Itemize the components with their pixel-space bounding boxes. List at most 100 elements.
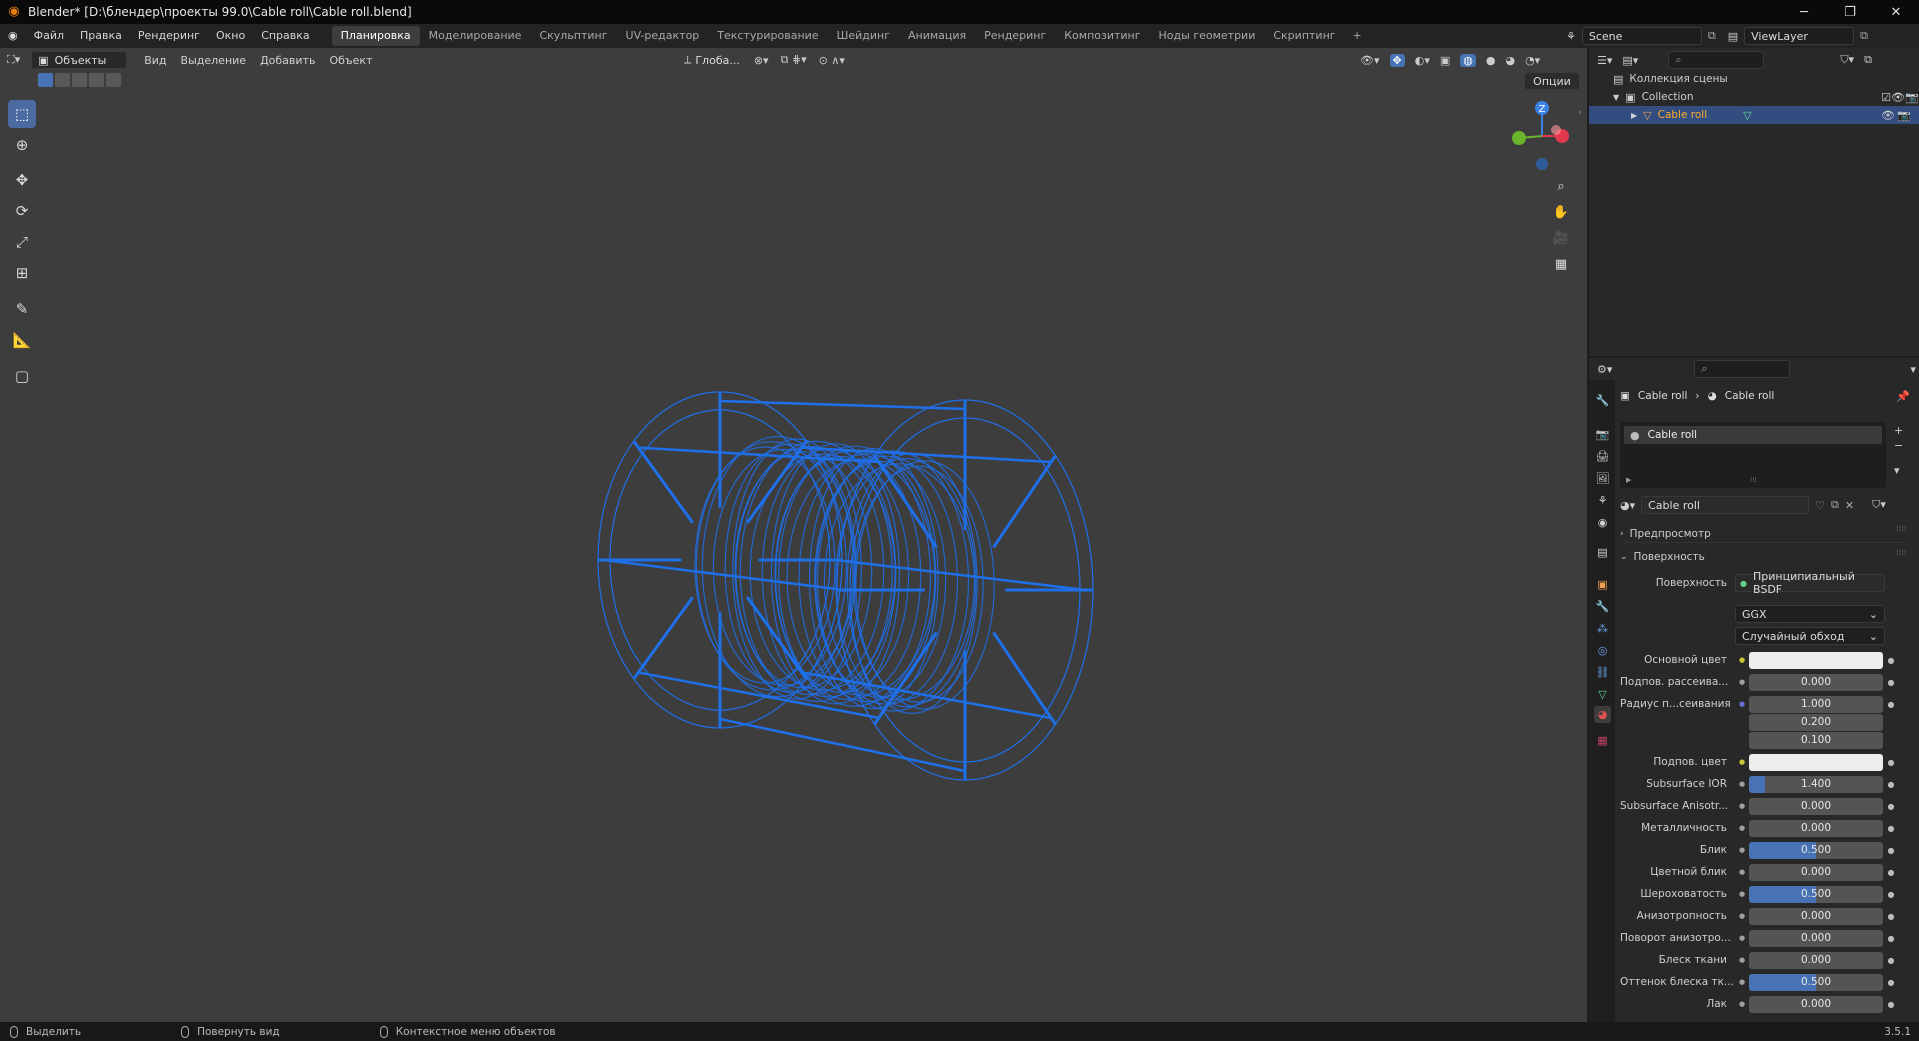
xray-icon[interactable]: ▣	[1440, 54, 1450, 67]
outliner-row-collection[interactable]: ▼ ▣ Collection ☑ 👁 📷	[1613, 88, 1919, 106]
expand-arrow-icon[interactable]: ▶	[1631, 111, 1637, 120]
shading-rendered-icon[interactable]: ◔▾	[1525, 54, 1540, 67]
value-slider[interactable]: 0.200	[1749, 713, 1883, 731]
view-menu[interactable]: Вид	[137, 54, 173, 67]
render-camera-icon[interactable]: 📷	[1905, 91, 1919, 104]
socket-dot-icon[interactable]: ●	[1735, 931, 1749, 945]
value-slider[interactable]: 0.500	[1749, 885, 1883, 903]
value-slider[interactable]: 0.000	[1749, 995, 1883, 1013]
object-tab-icon[interactable]: ▣	[1594, 576, 1611, 593]
proportional-edit-icon[interactable]: ⊙ ∧▾	[819, 54, 845, 67]
close-button[interactable]: ✕	[1873, 0, 1919, 24]
select-box-tool-icon[interactable]: ⬚	[8, 100, 36, 128]
keyframe-dot-icon[interactable]: ●	[1883, 758, 1899, 767]
add-workspace-button[interactable]: +	[1345, 24, 1370, 48]
add-cube-tool-icon[interactable]: ▢	[8, 362, 36, 390]
menu-file[interactable]: Файл	[26, 24, 72, 48]
outliner-row-scene-collection[interactable]: ▤ Коллекция сцены	[1613, 70, 1728, 88]
keyframe-dot-icon[interactable]: ●	[1883, 890, 1899, 899]
outliner-row-cable-roll[interactable]: ▶ ▽ Cable roll ▽ 👁 📷	[1589, 106, 1919, 124]
color-swatch[interactable]	[1749, 753, 1883, 771]
socket-dot-icon[interactable]: ●	[1735, 821, 1749, 835]
viewlayer-selector[interactable]: ViewLayer	[1744, 27, 1855, 45]
render-camera-icon[interactable]: 📷	[1897, 109, 1911, 122]
subsurface-method-dropdown[interactable]: Случайный обход ⌄	[1735, 627, 1885, 645]
keyframe-dot-icon[interactable]: ●	[1883, 934, 1899, 943]
gizmo-y-axis[interactable]	[1512, 131, 1526, 145]
menu-help[interactable]: Справка	[253, 24, 317, 48]
outliner-editor-icon[interactable]: ☰▾	[1597, 54, 1612, 67]
shading-solid-icon[interactable]: ●	[1486, 54, 1496, 67]
workspace-tab[interactable]: Рендеринг	[975, 26, 1055, 46]
blender-menu-icon[interactable]: ◉	[0, 24, 26, 48]
display-mode-icon[interactable]: ▤▾	[1622, 54, 1638, 67]
socket-dot-icon[interactable]: ●	[1735, 799, 1749, 813]
scale-tool-icon[interactable]: ⤢	[8, 228, 36, 256]
visibility-eye-icon[interactable]: 👁	[1891, 91, 1905, 104]
new-scene-icon[interactable]: ⧉	[1708, 29, 1716, 43]
mode-selector[interactable]: ▣ Объекты	[31, 51, 128, 69]
expand-arrow-icon[interactable]: ▼	[1613, 93, 1619, 102]
socket-dot-icon[interactable]: ●	[1735, 843, 1749, 857]
gizmo-neg-x-axis[interactable]	[1551, 125, 1561, 135]
keyframe-dot-icon[interactable]: ●	[1883, 978, 1899, 987]
material-slots-list[interactable]: ● Cable roll ▶ ⁞⁞⁞	[1620, 422, 1886, 488]
pivot-icon[interactable]: ⊗▾	[754, 54, 769, 67]
outliner-search-input[interactable]: ⌕	[1668, 51, 1765, 69]
workspace-tab[interactable]: Анимация	[899, 26, 975, 46]
socket-dot-icon[interactable]: ●	[1735, 975, 1749, 989]
value-slider[interactable]: 0.000	[1749, 797, 1883, 815]
value-slider[interactable]: 0.000	[1749, 863, 1883, 881]
scene-icon[interactable]: ⚘	[1566, 30, 1576, 43]
particles-tab-icon[interactable]: ⁂	[1594, 620, 1611, 637]
measure-tool-icon[interactable]: 📐	[8, 326, 36, 354]
properties-search-input[interactable]: ⌕	[1694, 360, 1791, 378]
workspace-tab[interactable]: Композитинг	[1055, 26, 1149, 46]
workspace-tab[interactable]: Планировка	[331, 26, 420, 46]
collection-tab-icon[interactable]: ▤	[1594, 544, 1611, 561]
shading-material-icon[interactable]: ◕	[1505, 54, 1515, 67]
menu-edit[interactable]: Правка	[72, 24, 130, 48]
constraints-tab-icon[interactable]: ⛓	[1594, 664, 1611, 681]
menu-render[interactable]: Рендеринг	[130, 24, 208, 48]
select-menu[interactable]: Выделение	[174, 54, 254, 67]
pan-hand-icon[interactable]: ✋	[1549, 200, 1573, 224]
slot-menu-icon[interactable]: ▾	[1894, 464, 1903, 477]
properties-editor-icon[interactable]: ⚙▾	[1597, 363, 1612, 376]
scene-tab-icon[interactable]: ⚘	[1594, 492, 1611, 509]
keyframe-dot-icon[interactable]: ●	[1883, 912, 1899, 921]
color-swatch[interactable]	[1749, 651, 1883, 669]
socket-dot-icon[interactable]	[1735, 715, 1749, 729]
new-collection-icon[interactable]: ⧉	[1864, 53, 1872, 67]
output-tab-icon[interactable]: 🖨	[1594, 448, 1611, 465]
keyframe-dot-icon[interactable]: ●	[1883, 824, 1899, 833]
render-tab-icon[interactable]: 📷	[1594, 426, 1611, 443]
texture-tab-icon[interactable]: ▦	[1594, 732, 1611, 749]
value-slider[interactable]: 1.400	[1749, 775, 1883, 793]
cable-roll-wireframe[interactable]	[590, 360, 1130, 820]
socket-dot-icon[interactable]: ●	[1735, 953, 1749, 967]
add-menu[interactable]: Добавить	[253, 54, 322, 67]
workspace-tab[interactable]: Шейдинг	[828, 26, 899, 46]
maximize-button[interactable]: ❐	[1827, 0, 1873, 24]
keyframe-dot-icon[interactable]: ●	[1883, 656, 1899, 665]
fake-user-icon[interactable]: ♡	[1815, 499, 1825, 512]
keyframe-dot-icon[interactable]: ●	[1883, 846, 1899, 855]
modifiers-tab-icon[interactable]: 🔧	[1594, 598, 1611, 615]
value-slider[interactable]: 0.000	[1749, 819, 1883, 837]
drag-handle-icon[interactable]: ⁞⁞⁞⁞	[1896, 524, 1906, 533]
panel-surface-header[interactable]: ⌄ Поверхность	[1620, 548, 1908, 566]
panel-preview-header[interactable]: › Предпросмотр	[1620, 525, 1908, 543]
node-tree-icon[interactable]: ⛉▾	[1872, 498, 1886, 512]
workspace-tab[interactable]: UV-редактор	[617, 26, 709, 46]
value-slider[interactable]: 1.000	[1749, 695, 1883, 713]
socket-dot-icon[interactable]: ●	[1735, 755, 1749, 769]
surface-shader-selector[interactable]: ● Принципиальный BSDF	[1735, 570, 1885, 596]
socket-dot-icon[interactable]: ●	[1735, 865, 1749, 879]
resize-handle-icon[interactable]: ⁞⁞⁞	[1750, 476, 1757, 484]
annotate-tool-icon[interactable]: ✎	[8, 295, 36, 323]
workspace-tab[interactable]: Моделирование	[420, 26, 531, 46]
socket-dot-icon[interactable]: ●	[1735, 777, 1749, 791]
filter-icon[interactable]: ⛉▾	[1840, 53, 1854, 67]
visibility-eye-icon[interactable]: 👁	[1881, 109, 1895, 122]
